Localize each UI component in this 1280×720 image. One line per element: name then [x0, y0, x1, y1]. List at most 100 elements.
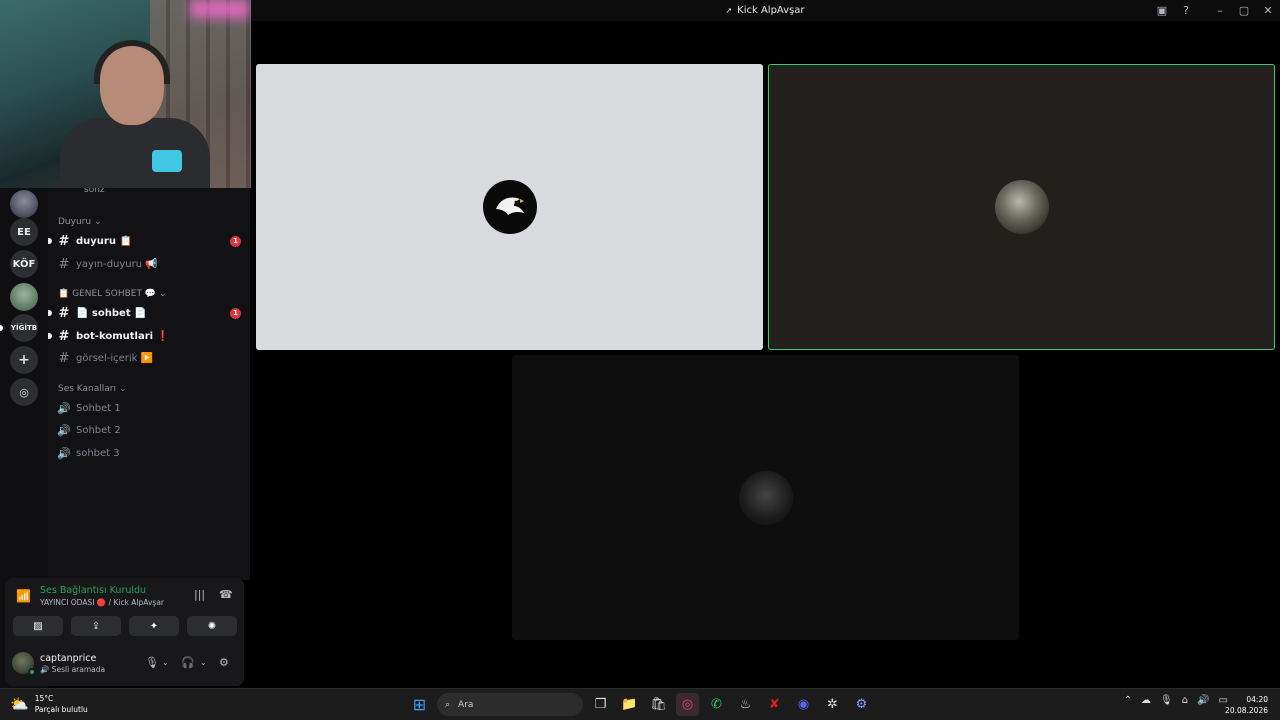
- soundboard-icon: ✺: [207, 620, 217, 632]
- add-server-icon[interactable]: +: [10, 346, 38, 374]
- file-explorer-icon[interactable]: 📁: [618, 693, 641, 716]
- inbox-icon[interactable]: ▣: [1150, 0, 1174, 21]
- voice-channel-sohbet-3[interactable]: 🔊 sohbet 3: [56, 443, 246, 463]
- settings-gear-icon[interactable]: ⚙: [219, 656, 229, 669]
- system-tray: ⌃ ☁ 🎙 ⌂ 🔊 ▭: [1124, 695, 1228, 706]
- server-icon[interactable]: [10, 190, 38, 218]
- title-bar: ➚ Kick AlpAvşar ▣ ? – ▢ ✕: [250, 0, 1280, 21]
- voice-channel-sohbet-1[interactable]: 🔊 Sohbet 1: [56, 398, 246, 418]
- whatsapp-icon[interactable]: ✆: [705, 693, 728, 716]
- hash-icon: #: [58, 233, 70, 249]
- voice-status[interactable]: Ses Bağlantısı Kuruldu: [40, 585, 146, 596]
- help-icon[interactable]: ?: [1174, 0, 1198, 21]
- server-indicator: [0, 325, 3, 331]
- chevron-down-icon[interactable]: ⌄: [200, 658, 207, 667]
- chevron-down-icon: ⌄: [94, 217, 102, 227]
- category-duyuru[interactable]: Duyuru ⌄: [58, 217, 102, 227]
- speaker-icon: 🔊: [57, 401, 71, 415]
- eagle-icon: [495, 197, 524, 215]
- participant-avatar-dark: [738, 470, 793, 525]
- server-yigitb[interactable]: YİĞİTB: [10, 314, 38, 342]
- unread-badge: 1: [230, 235, 241, 247]
- channel-sohbet[interactable]: # 📄 sohbet 📄 1: [48, 303, 246, 323]
- participant-tile[interactable]: [512, 355, 1019, 640]
- server-kof[interactable]: KÖF: [10, 250, 38, 278]
- channel-duyuru[interactable]: # duyuru 📋 1: [48, 231, 246, 251]
- speaker-icon: 🔊: [57, 446, 71, 460]
- weather-widget[interactable]: ⛅ 15°C Parçalı bulutlu: [10, 693, 88, 715]
- app-icon[interactable]: ✘: [763, 693, 786, 716]
- disconnect-icon[interactable]: ☎: [219, 588, 233, 601]
- screen-share-icon: ⇪: [91, 620, 101, 632]
- server-ee[interactable]: EE: [10, 218, 38, 246]
- microphone-icon[interactable]: 🎙: [145, 656, 159, 669]
- chevron-down-icon[interactable]: ⌄: [162, 658, 169, 667]
- hash-icon: #: [58, 350, 70, 366]
- participant-tile-speaking[interactable]: [768, 64, 1275, 350]
- stream-icon: ➚: [725, 6, 733, 15]
- clock-date: 20.08.2026: [1225, 706, 1268, 715]
- chevron-down-icon: ⌄: [119, 384, 127, 394]
- server-avatar[interactable]: [10, 283, 38, 311]
- participant-avatar-soldier: [994, 180, 1049, 234]
- channel-label: 📄 sohbet 📄: [76, 307, 147, 319]
- volume-icon[interactable]: 🔊: [1197, 695, 1209, 706]
- soundboard-button[interactable]: ✺: [187, 616, 237, 636]
- chevron-up-icon[interactable]: ⌃: [1124, 695, 1132, 706]
- headphones-icon[interactable]: 🎧: [181, 656, 195, 669]
- discover-icon[interactable]: ◎: [10, 378, 38, 406]
- participant-avatar-eagle: [482, 180, 537, 234]
- channel-list: sonz Duyuru ⌄ # duyuru 📋 1 # yayın-duyuru…: [48, 185, 250, 580]
- category-genel-sohbet[interactable]: 📋 GENEL SOHBET 💬 ⌄: [58, 289, 167, 299]
- microphone-tray-icon[interactable]: 🎙: [1160, 695, 1173, 706]
- channel-label: sohbet 3: [76, 447, 120, 459]
- username[interactable]: captanprice: [40, 653, 96, 664]
- window-title-text: Kick AlpAvşar: [737, 5, 805, 16]
- noise-suppression-icon[interactable]: |||: [194, 588, 205, 601]
- hash-icon: #: [58, 305, 70, 321]
- channel-bot-komutlari[interactable]: # bot-komutlari ❗: [48, 326, 246, 346]
- channel-gorsel-icerik[interactable]: # görsel-içerik ▶️: [56, 348, 246, 368]
- hash-icon: #: [58, 256, 70, 272]
- network-icon[interactable]: ⌂: [1182, 695, 1188, 706]
- unread-badge: 1: [230, 307, 241, 319]
- signal-icon: 📶: [16, 589, 31, 603]
- channel-label: Sohbet 1: [76, 402, 121, 414]
- onedrive-icon[interactable]: ☁: [1141, 695, 1151, 706]
- camera-button[interactable]: ▨: [13, 616, 63, 636]
- activities-button[interactable]: ✦: [129, 616, 179, 636]
- clock-time: 04:20: [1246, 695, 1268, 704]
- task-view-icon[interactable]: ❐: [589, 693, 612, 716]
- channel-label: yayın-duyuru 📢: [76, 258, 158, 270]
- discord-icon[interactable]: ◉: [792, 693, 815, 716]
- hash-icon: #: [58, 328, 70, 344]
- chevron-down-icon: ⌄: [159, 289, 167, 299]
- activities-icon: ✦: [149, 620, 159, 632]
- store-icon[interactable]: 🛍: [647, 693, 670, 716]
- camera-off-icon: ▨: [33, 620, 43, 632]
- channel-label: bot-komutlari ❗: [76, 330, 169, 342]
- speaker-icon: 🔊: [57, 423, 71, 437]
- steam-icon[interactable]: ♨: [734, 693, 757, 716]
- close-button[interactable]: ✕: [1256, 0, 1280, 21]
- channel-label: görsel-içerik ▶️: [76, 352, 154, 364]
- webcam-overlay: [0, 0, 251, 188]
- voice-channel-sohbet-2[interactable]: 🔊 Sohbet 2: [56, 420, 246, 440]
- category-ses-kanallari[interactable]: Ses Kanalları ⌄: [58, 384, 127, 394]
- minimize-button[interactable]: –: [1208, 0, 1232, 21]
- window-title: ➚ Kick AlpAvşar: [725, 5, 804, 16]
- participant-tile[interactable]: [256, 64, 763, 350]
- app-icon-2[interactable]: ✲: [821, 693, 844, 716]
- windows-start-icon[interactable]: ⊞: [408, 693, 431, 716]
- maximize-button[interactable]: ▢: [1232, 0, 1256, 21]
- screen-share-button[interactable]: ⇪: [71, 616, 121, 636]
- taskbar-clock[interactable]: 04:20 20.08.2026: [1225, 694, 1268, 716]
- channel-label: Sohbet 2: [76, 424, 121, 436]
- voice-room[interactable]: YAYINCI ODASI 🔴 / Kick AlpAvşar: [40, 598, 164, 607]
- online-status-icon: [28, 668, 36, 676]
- partly-cloudy-icon: ⛅: [10, 695, 29, 713]
- taskbar-search[interactable]: ⌕ Ara: [437, 693, 583, 716]
- channel-yayin-duyuru[interactable]: # yayın-duyuru 📢: [56, 254, 246, 274]
- settings-app-icon[interactable]: ⚙: [850, 693, 873, 716]
- browser-icon[interactable]: ◎: [676, 693, 699, 716]
